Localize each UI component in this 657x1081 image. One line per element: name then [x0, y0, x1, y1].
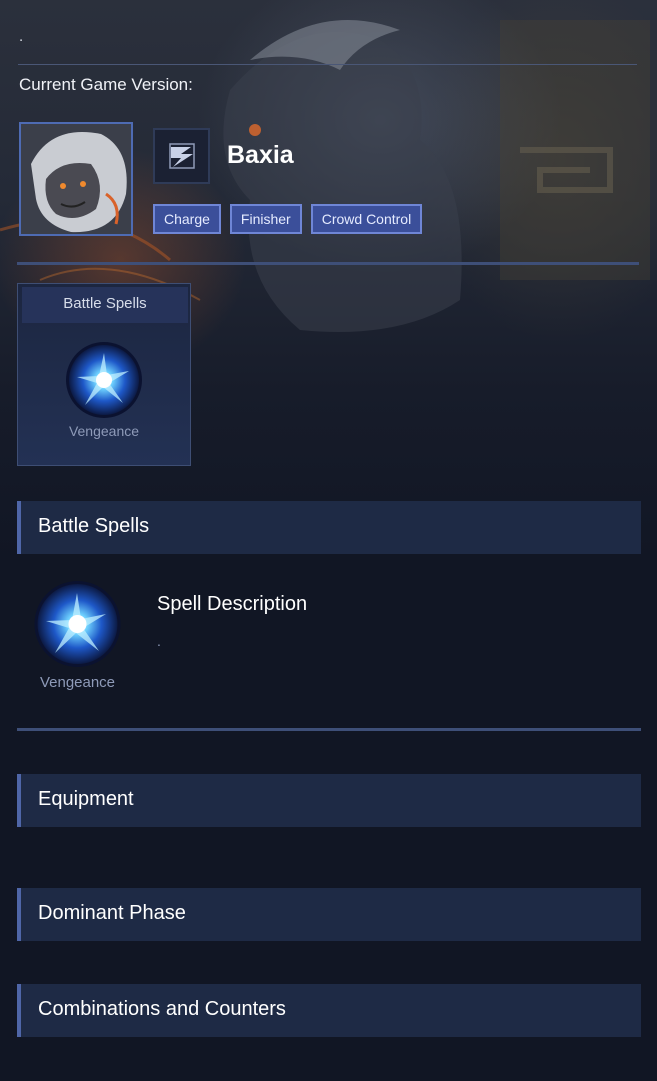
tag-finisher[interactable]: Finisher: [229, 204, 302, 234]
divider: [18, 64, 637, 65]
spell-description-title: Spell Description: [157, 593, 308, 615]
divider: [17, 728, 641, 731]
vengeance-spell-icon[interactable]: [33, 580, 122, 668]
vengeance-spell-icon[interactable]: [65, 341, 143, 419]
header-dot: .: [19, 28, 24, 45]
battle-spell-card[interactable]: Battle Spells Vengeance: [17, 283, 191, 466]
section-combinations-counters: Combinations and Counters: [17, 984, 641, 1037]
spell-description-text: .: [157, 633, 161, 649]
spell-card-name: Vengeance: [68, 423, 140, 439]
tag-charge[interactable]: Charge: [153, 204, 221, 234]
hero-name: Baxia: [227, 141, 294, 169]
game-version-label: Current Game Version:: [19, 75, 193, 94]
spell-name: Vengeance: [39, 674, 116, 691]
section-battle-spells: Battle Spells: [17, 501, 641, 554]
divider: [17, 262, 639, 265]
tag-crowd-control[interactable]: Crowd Control: [310, 204, 423, 234]
section-dominant-phase: Dominant Phase: [17, 888, 641, 941]
assassin-role-icon: [153, 128, 210, 184]
spell-card-title: Battle Spells: [22, 287, 188, 323]
hero-portrait: [19, 122, 133, 236]
section-equipment: Equipment: [17, 774, 641, 827]
hero-tags: Charge Finisher Crowd Control: [153, 204, 423, 234]
